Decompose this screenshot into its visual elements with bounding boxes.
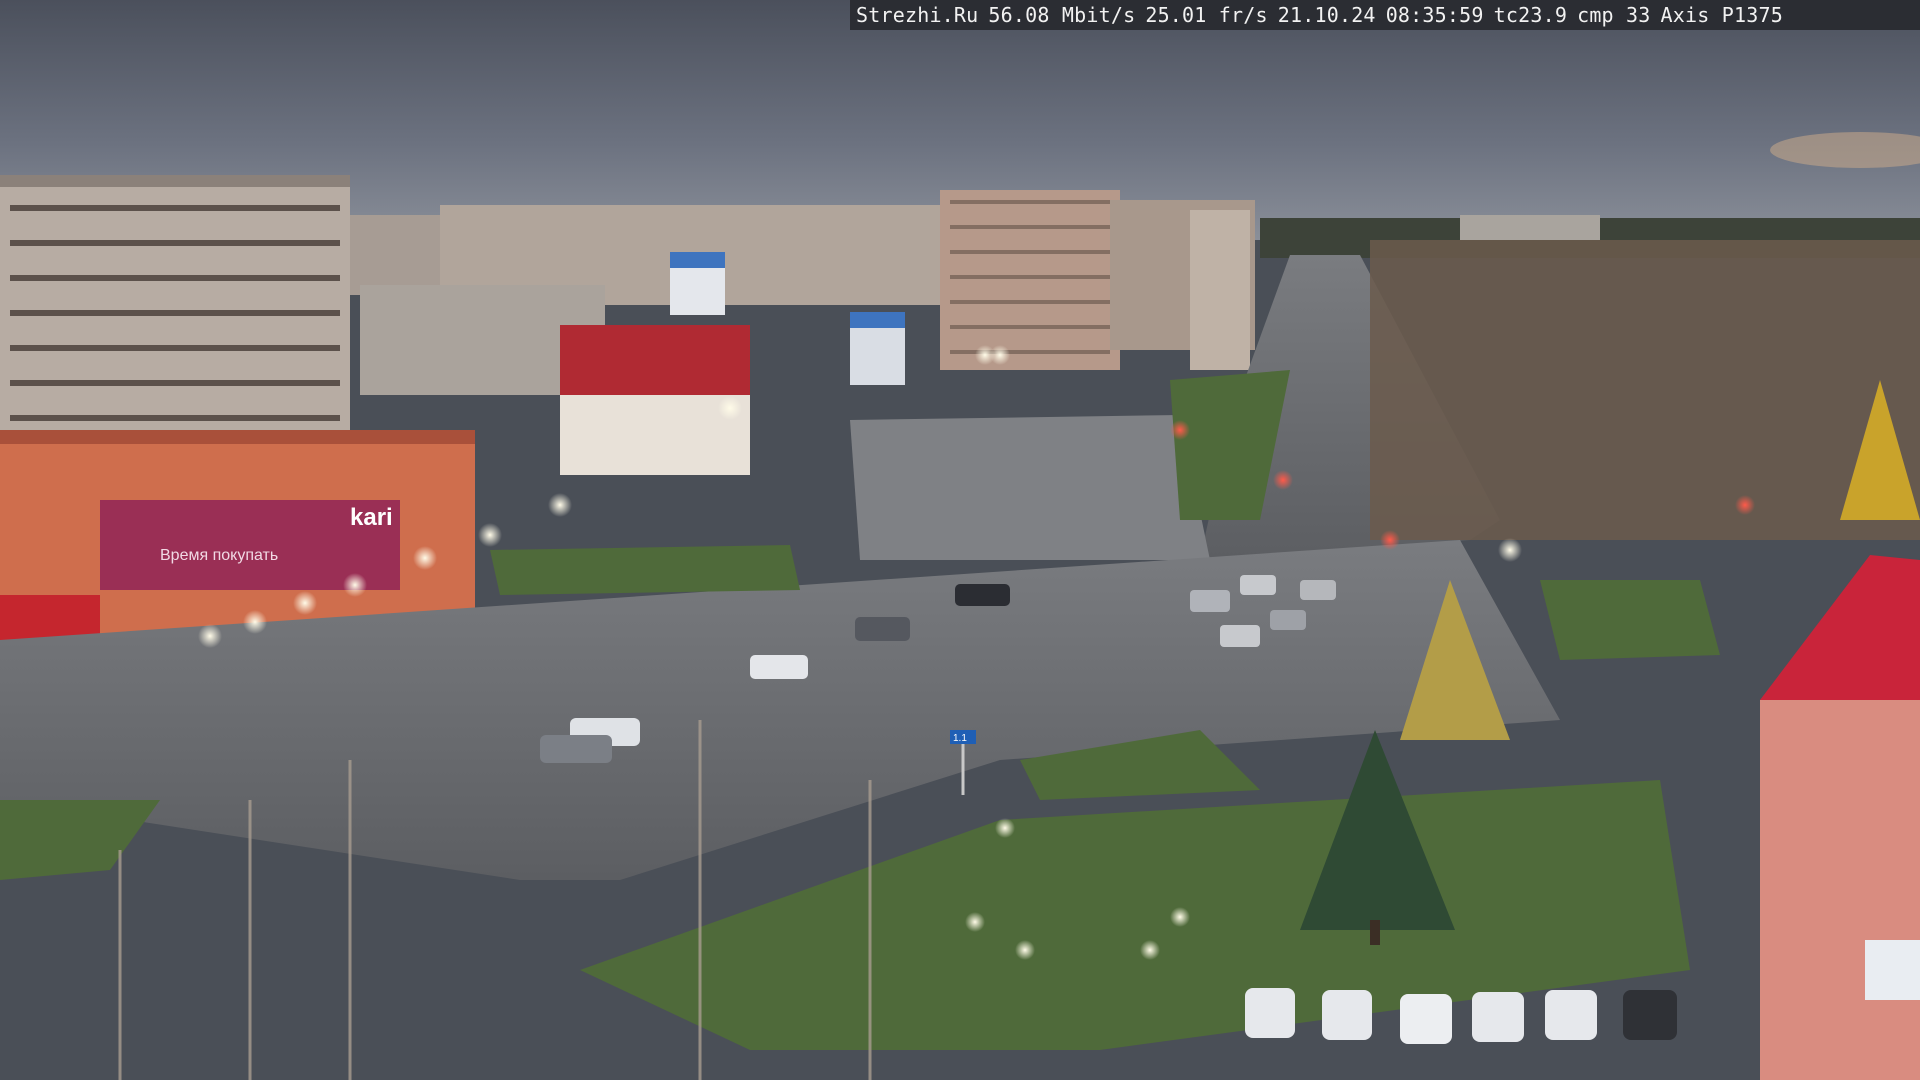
camera-overlay-bar: Strezhi.Ru 56.08 Mbit/s 25.01 fr/s 21.10…: [850, 0, 1920, 30]
car-gray: [855, 617, 910, 641]
store-sign: kari: [350, 504, 393, 531]
overlay-tc: tc23.9: [1493, 3, 1568, 27]
overlay-cmp: cmp 33: [1577, 3, 1651, 27]
overlay-framerate: 25.01 fr/s: [1145, 3, 1268, 27]
roadside-trees: [1370, 240, 1920, 540]
overlay-bitrate: 56.08 Mbit/s: [988, 3, 1136, 27]
car-gray: [540, 735, 612, 763]
road-sign-label: 1.1: [953, 733, 967, 744]
right-red-roof-building: [1760, 555, 1920, 1080]
overlay-site: Strezhi.Ru: [856, 3, 979, 27]
car-white: [750, 655, 808, 679]
webcam-city-scene: kari Время покупать 1.1: [0, 0, 1920, 1080]
overlay-camera-model: Axis P1375: [1660, 3, 1783, 27]
overlay-time: 08:35:59: [1385, 3, 1484, 27]
overlay-date: 21.10.24: [1277, 3, 1376, 27]
store-slogan: Время покупать: [160, 547, 278, 564]
car-dark: [955, 584, 1010, 606]
